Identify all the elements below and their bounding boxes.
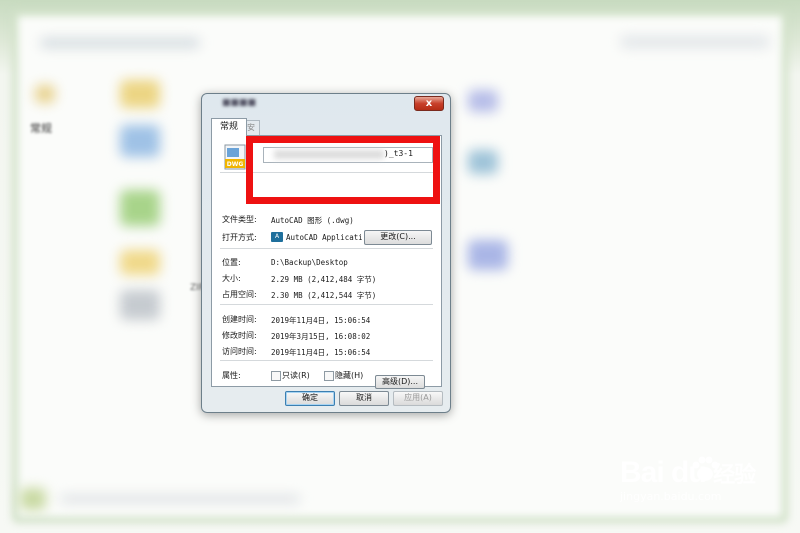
apply-button[interactable]: 应用(A) xyxy=(393,391,443,406)
location-label: 位置: xyxy=(222,258,241,267)
size-label: 大小: xyxy=(222,274,241,283)
dialog-title-blurred: ■■■■ xyxy=(222,98,257,108)
blurred-item xyxy=(40,38,200,48)
accessed-label: 访问时间: xyxy=(222,347,257,356)
advanced-button[interactable]: 高级(D)... xyxy=(375,375,425,389)
blurred-item xyxy=(35,85,55,103)
blurred-folder xyxy=(120,80,160,108)
blurred-icon xyxy=(120,190,160,226)
blurred-icon xyxy=(120,290,160,320)
ok-button[interactable]: 确定 xyxy=(285,391,335,406)
divider xyxy=(220,172,433,173)
sidebar-blurred: 常规 xyxy=(30,120,100,138)
open-with-label: 打开方式: xyxy=(222,233,257,242)
file-type-value: AutoCAD 图形 (.dwg) xyxy=(271,216,354,225)
blurred-icon xyxy=(468,240,508,270)
blurred-item xyxy=(620,36,770,48)
blurred-icon xyxy=(120,250,160,275)
close-icon: x xyxy=(425,98,433,109)
tab-general[interactable]: 常规 xyxy=(211,118,247,136)
general-tab-panel: DWG )_t3-1 文件类型: AutoCAD 图形 (.dwg) 打开方式:… xyxy=(211,135,442,387)
hidden-label: 隐藏(H) xyxy=(335,371,364,380)
blurred-status xyxy=(60,495,300,503)
size-value: 2.29 MB (2,412,484 字节) xyxy=(271,275,377,284)
accessed-value: 2019年11月4日, 15:06:54 xyxy=(271,348,371,357)
file-name-suffix: )_t3-1 xyxy=(384,149,413,158)
location-value: D:\Backup\Desktop xyxy=(271,258,348,267)
readonly-checkbox[interactable] xyxy=(271,371,281,381)
hidden-checkbox[interactable] xyxy=(324,371,334,381)
created-value: 2019年11月4日, 15:06:54 xyxy=(271,316,371,325)
tab-security[interactable]: 安 xyxy=(246,120,260,136)
dwg-file-icon: DWG xyxy=(224,144,246,170)
autocad-app-icon: A xyxy=(271,232,283,242)
baidu-watermark: Bai du 经验 jingyan.baidu.com xyxy=(620,456,770,516)
file-name-blurred xyxy=(274,150,384,159)
watermark-url: jingyan.baidu.com xyxy=(620,490,722,503)
blurred-icon xyxy=(20,488,46,510)
file-type-label: 文件类型: xyxy=(222,215,257,224)
divider xyxy=(220,248,433,249)
readonly-label: 只读(R) xyxy=(282,371,310,380)
properties-dialog: ■■■■ x 常规 安 DWG )_t3-1 文件类型: AutoCAD 图形 … xyxy=(201,93,451,413)
close-button[interactable]: x xyxy=(414,96,444,111)
open-with-value: AutoCAD Applicatio xyxy=(286,233,362,242)
change-button[interactable]: 更改(C)... xyxy=(364,230,432,245)
blurred-icon xyxy=(120,125,160,157)
modified-value: 2019年3月15日, 16:08:02 xyxy=(271,332,371,341)
created-label: 创建时间: xyxy=(222,315,257,324)
divider xyxy=(220,360,433,361)
cancel-button[interactable]: 取消 xyxy=(339,391,389,406)
blurred-icon xyxy=(468,90,498,112)
modified-label: 修改时间: xyxy=(222,331,257,340)
svg-text:DWG: DWG xyxy=(227,161,244,168)
file-name-input[interactable]: )_t3-1 xyxy=(263,147,433,163)
divider xyxy=(220,304,433,305)
disk-size-value: 2.30 MB (2,412,544 字节) xyxy=(271,291,377,300)
disk-size-label: 占用空间: xyxy=(222,290,257,299)
sidebar-item-label: 常规 xyxy=(30,122,52,135)
blurred-icon xyxy=(468,150,498,174)
title-bar[interactable]: ■■■■ x xyxy=(202,94,450,114)
attributes-label: 属性: xyxy=(222,371,241,380)
paw-icon xyxy=(692,456,719,481)
